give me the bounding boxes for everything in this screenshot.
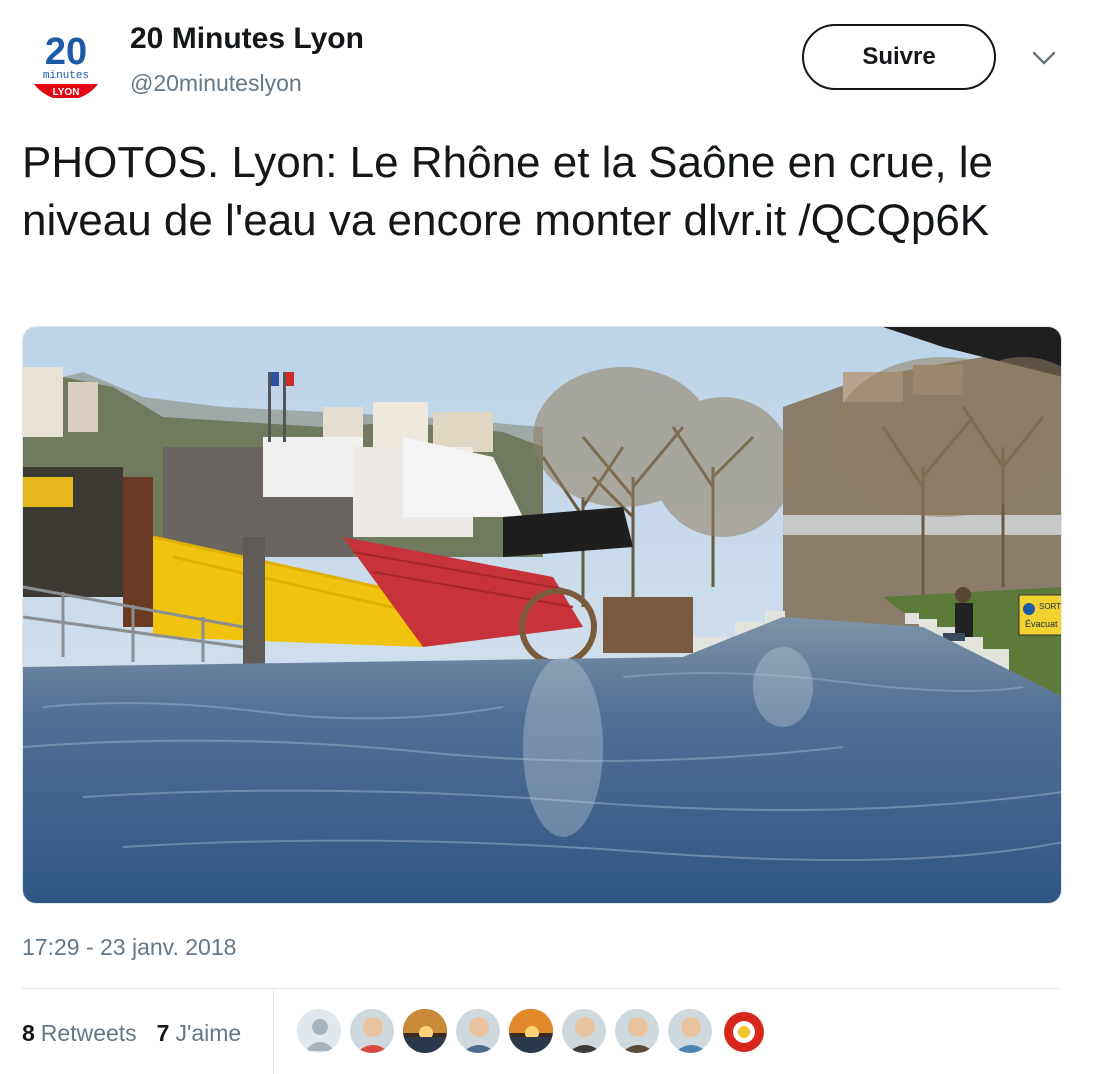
person-avatar-icon [562,1009,606,1053]
tweet-photo[interactable]: SORTI Évacuat [22,326,1062,904]
liker-avatar[interactable] [455,1008,501,1054]
person-avatar-icon [350,1009,394,1053]
logo-number: 20 [45,31,87,73]
more-options-button[interactable] [1026,40,1062,76]
retweets-stat[interactable]: 8 Retweets [22,1020,137,1047]
liker-avatar[interactable] [667,1008,713,1054]
person-avatar-icon [668,1009,712,1053]
sunset-avatar-icon [403,1009,447,1053]
logo-city: LYON [53,87,80,98]
account-avatar[interactable]: 20 minutes LYON [26,20,106,100]
account-name[interactable]: 20 Minutes Lyon [130,22,364,56]
photo-sign-line1: SORTI [1039,602,1062,611]
stats-divider [22,988,1060,989]
tweet-card: 20 minutes LYON 20 Minutes Lyon @20minut… [0,0,1100,1074]
likes-count: 7 [156,1019,170,1046]
default-avatar-icon [297,1009,341,1053]
liker-avatar[interactable] [349,1008,395,1054]
likes-label: J'aime [175,1019,242,1046]
liker-avatar[interactable] [614,1008,660,1054]
sunset-avatar-icon [509,1009,553,1053]
retweets-count: 8 [22,1019,35,1046]
liker-avatar[interactable] [508,1008,554,1054]
stats-separator [273,990,274,1074]
likes-stat[interactable]: 7 J'aime [157,1020,242,1047]
liker-avatar[interactable] [402,1008,448,1054]
retweets-label: Retweets [40,1019,137,1046]
liker-avatar[interactable] [296,1008,342,1054]
account-handle[interactable]: @20minuteslyon [130,70,302,97]
person-avatar-icon [615,1009,659,1053]
tweet-text: PHOTOS. Lyon: Le Rhône et la Saône en cr… [22,138,994,245]
likers-avatars [296,1008,773,1056]
photo-sign-line2: Évacuat [1025,619,1058,629]
20-minutes-logo-icon: 20 minutes LYON [30,31,102,98]
flooded-quay-photo: SORTI Évacuat [23,327,1062,903]
liker-avatar[interactable] [561,1008,607,1054]
chevron-down-icon [1032,51,1056,65]
liker-avatar[interactable] [720,1008,766,1054]
logo-word: minutes [43,70,89,82]
person-avatar-icon [456,1009,500,1053]
follow-button[interactable]: Suivre [802,24,996,90]
logo-avatar-icon [721,1009,765,1053]
tweet-timestamp[interactable]: 17:29 - 23 janv. 2018 [22,934,236,961]
tweet-stats: 8 Retweets 7 J'aime [22,1016,241,1050]
